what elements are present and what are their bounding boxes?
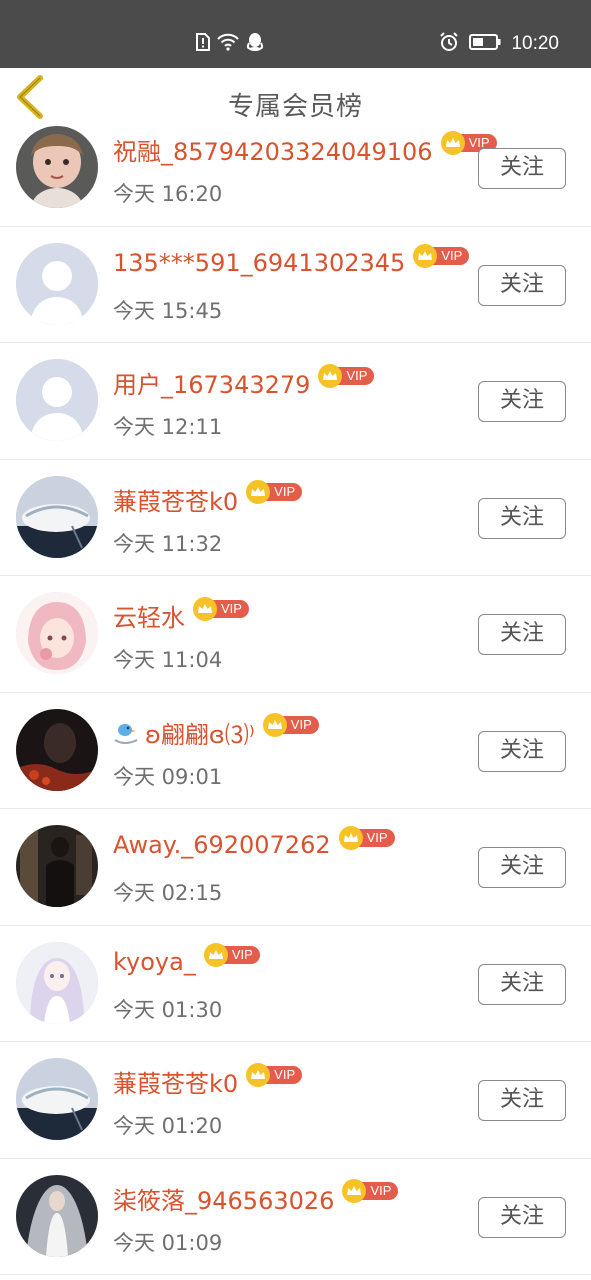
vip-badge: VIP bbox=[342, 1179, 399, 1203]
member-row[interactable]: 蒹葭苍苍k0 VIP 今天 01:20 关注 bbox=[0, 1042, 591, 1159]
member-name: ʚ翩翩ɞ⑶⁾ bbox=[145, 720, 255, 749]
member-list: 祝融_85794203324049106 VIP 今天 16:20 关注 135… bbox=[0, 110, 591, 1275]
avatar[interactable] bbox=[16, 126, 98, 208]
member-name: 用户_167343279 bbox=[113, 371, 311, 399]
member-name: kyoya_ bbox=[113, 947, 196, 976]
avatar[interactable] bbox=[16, 242, 98, 325]
vip-badge: VIP bbox=[246, 480, 303, 504]
crown-icon bbox=[246, 480, 271, 504]
crown-icon bbox=[413, 243, 438, 268]
battery-icon bbox=[469, 34, 501, 54]
crown-icon bbox=[246, 1062, 271, 1087]
member-name: Away._692007262 bbox=[113, 831, 331, 859]
status-time: 10:20 bbox=[511, 33, 559, 54]
member-row[interactable]: ʚ翩翩ɞ⑶⁾ VIP 今天 09:01 关注 bbox=[0, 693, 591, 809]
bird-emoji-icon bbox=[113, 718, 139, 746]
member-row[interactable]: 135***591_6941302345 VIP 今天 15:45 关注 bbox=[0, 227, 591, 343]
avatar[interactable] bbox=[16, 708, 98, 791]
follow-button[interactable]: 关注 bbox=[478, 730, 566, 772]
follow-button[interactable]: 关注 bbox=[478, 381, 566, 422]
member-time: 今天 01:09 bbox=[113, 1230, 223, 1255]
member-row[interactable]: 用户_167343279 VIP 今天 12:11 关注 bbox=[0, 343, 591, 460]
avatar[interactable] bbox=[16, 592, 98, 674]
vip-badge: VIP bbox=[413, 243, 470, 268]
member-row[interactable]: 云轻水 VIP 今天 11:04 关注 bbox=[0, 576, 591, 693]
crown-icon bbox=[193, 596, 217, 621]
member-row[interactable]: 蒹葭苍苍k0 VIP 今天 11:32 关注 bbox=[0, 460, 591, 576]
crown-icon bbox=[262, 713, 287, 737]
avatar[interactable] bbox=[16, 1174, 98, 1257]
avatar[interactable] bbox=[16, 359, 98, 441]
follow-button[interactable]: 关注 bbox=[478, 148, 566, 189]
vip-badge: VIP bbox=[246, 1062, 303, 1087]
qq-icon bbox=[246, 32, 264, 56]
crown-icon bbox=[318, 363, 343, 388]
vip-badge: VIP bbox=[203, 942, 260, 967]
member-time: 今天 11:04 bbox=[113, 648, 223, 672]
member-time: 今天 01:30 bbox=[113, 997, 223, 1022]
member-time: 今天 16:20 bbox=[113, 182, 223, 206]
follow-button[interactable]: 关注 bbox=[478, 1196, 566, 1238]
member-row[interactable]: kyoya_ VIP 今天 01:30 关注 bbox=[0, 926, 591, 1042]
avatar[interactable] bbox=[16, 941, 98, 1024]
member-name: 柒筱落_946563026 bbox=[113, 1186, 335, 1215]
crown-icon bbox=[338, 826, 363, 850]
member-row[interactable]: Away._692007262 VIP 今天 02:15 关注 bbox=[0, 809, 591, 926]
member-time: 今天 02:15 bbox=[113, 881, 223, 905]
crown-icon bbox=[203, 942, 228, 967]
member-name: 祝融_85794203324049106 bbox=[113, 138, 433, 166]
follow-button[interactable]: 关注 bbox=[478, 264, 566, 306]
follow-button[interactable]: 关注 bbox=[478, 963, 566, 1005]
follow-button[interactable]: 关注 bbox=[478, 847, 566, 888]
status-right-icons: 10:20 bbox=[439, 31, 559, 57]
member-name: 蒹葭苍苍k0 bbox=[113, 487, 239, 516]
member-name: 135***591_6941302345 bbox=[113, 248, 406, 277]
status-left-icons bbox=[196, 31, 264, 57]
alarm-icon bbox=[439, 32, 459, 56]
wifi-icon bbox=[216, 33, 240, 55]
avatar[interactable] bbox=[16, 475, 98, 558]
member-time: 今天 11:32 bbox=[113, 531, 223, 556]
follow-button[interactable]: 关注 bbox=[478, 1080, 566, 1121]
crown-icon bbox=[440, 130, 465, 155]
member-time: 今天 15:45 bbox=[113, 298, 223, 323]
avatar[interactable] bbox=[16, 1058, 98, 1140]
vip-badge: VIP bbox=[262, 713, 319, 737]
member-row[interactable]: 祝融_85794203324049106 VIP 今天 16:20 关注 bbox=[0, 110, 591, 227]
member-time: 今天 09:01 bbox=[113, 764, 223, 789]
member-row[interactable]: 柒筱落_946563026 VIP 今天 01:09 关注 bbox=[0, 1159, 591, 1275]
member-time: 今天 12:11 bbox=[113, 415, 223, 439]
status-bar: 10:20 bbox=[0, 0, 591, 68]
sim-alert-icon bbox=[196, 33, 210, 55]
member-name: 云轻水 bbox=[113, 604, 185, 632]
avatar[interactable] bbox=[16, 825, 98, 907]
vip-badge: VIP bbox=[193, 596, 249, 621]
follow-button[interactable]: 关注 bbox=[478, 497, 566, 539]
follow-button[interactable]: 关注 bbox=[478, 614, 566, 655]
vip-badge: VIP bbox=[318, 363, 375, 388]
member-name: 蒹葭苍苍k0 bbox=[113, 1070, 239, 1098]
member-time: 今天 01:20 bbox=[113, 1114, 223, 1138]
vip-badge: VIP bbox=[338, 826, 395, 850]
